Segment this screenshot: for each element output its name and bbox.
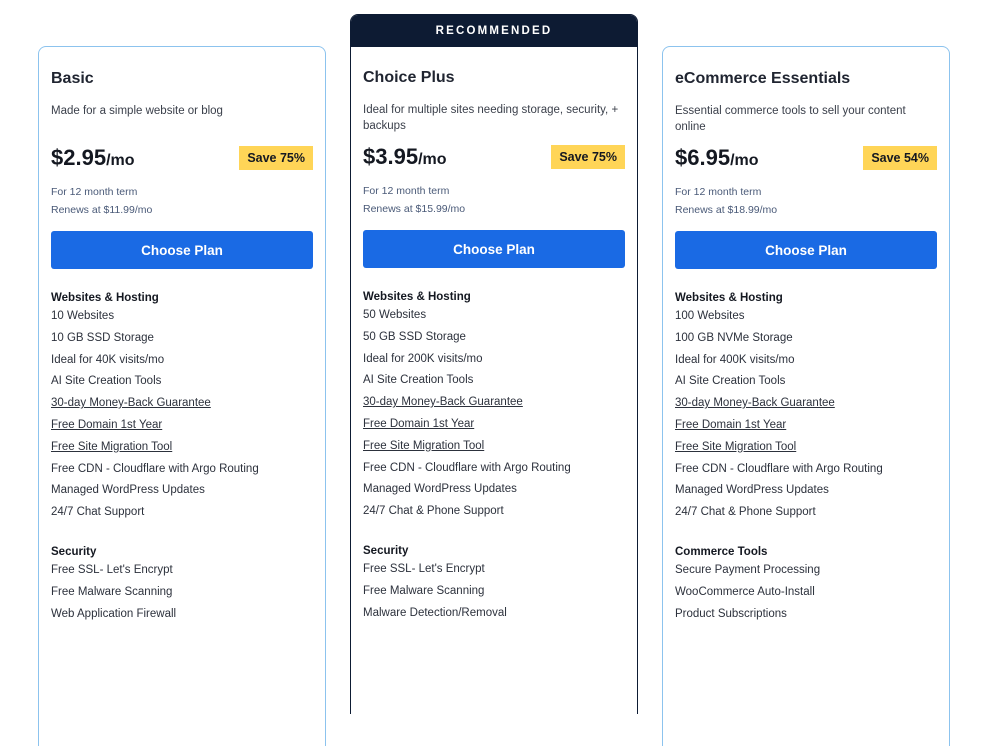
plan-price: $6.95/mo	[675, 145, 759, 171]
section-title-websites-hosting: Websites & Hosting	[363, 291, 471, 303]
feature-link-migration[interactable]: Free Site Migration Tool	[363, 436, 625, 458]
feature-item: Free SSL- Let's Encrypt	[363, 562, 485, 575]
feature-item: 24/7 Chat & Phone Support	[363, 505, 504, 518]
feature-item: 100 GB NVMe Storage	[675, 331, 793, 344]
feature-link-money-back[interactable]: 30-day Money-Back Guarantee	[51, 393, 313, 415]
save-badge: Save 75%	[551, 145, 625, 169]
choose-plan-button[interactable]: Choose Plan	[675, 231, 937, 269]
save-badge: Save 75%	[239, 146, 313, 170]
feature-link-money-back[interactable]: 30-day Money-Back Guarantee	[363, 392, 625, 414]
feature-link-migration[interactable]: Free Site Migration Tool	[51, 437, 313, 459]
plan-description: Ideal for multiple sites needing storage…	[363, 104, 619, 132]
price-row: $6.95/mo Save 54%	[675, 141, 937, 175]
price-row: $2.95/mo Save 75%	[51, 141, 313, 175]
feature-list: 100 Websites 100 GB NVMe Storage Ideal f…	[675, 306, 937, 524]
plan-price: $3.95/mo	[363, 144, 447, 170]
feature-item: WooCommerce Auto-Install	[675, 585, 815, 598]
term-length: For 12 month term	[675, 186, 762, 198]
recommended-banner: RECOMMENDED	[351, 15, 637, 47]
feature-item: Ideal for 40K visits/mo	[51, 353, 165, 366]
feature-item: 50 GB SSD Storage	[363, 330, 466, 343]
feature-list: Free SSL- Let's Encrypt Free Malware Sca…	[363, 559, 625, 624]
price-period: /mo	[106, 152, 135, 169]
feature-item: AI Site Creation Tools	[363, 374, 474, 387]
plan-card-ecommerce-essentials: eCommerce Essentials Essential commerce …	[662, 46, 950, 746]
feature-item: Secure Payment Processing	[675, 563, 821, 576]
plan-description: Made for a simple website or blog	[51, 105, 223, 117]
plan-card-choice-plus: RECOMMENDED Choice Plus Ideal for multip…	[350, 14, 638, 714]
feature-item: Ideal for 400K visits/mo	[675, 353, 795, 366]
feature-item: 10 GB SSD Storage	[51, 331, 154, 344]
price-row: $3.95/mo Save 75%	[363, 140, 625, 174]
renewal-price: Renews at $18.99/mo	[675, 204, 778, 216]
plan-card-basic: Basic Made for a simple website or blog …	[38, 46, 326, 746]
feature-item: 24/7 Chat & Phone Support	[675, 506, 816, 519]
choose-plan-button[interactable]: Choose Plan	[363, 230, 625, 268]
section-title-security: Security	[51, 545, 97, 558]
term-info: For 12 month term Renews at $18.99/mo	[675, 183, 937, 219]
price-period: /mo	[418, 151, 447, 168]
term-info: For 12 month term Renews at $15.99/mo	[363, 182, 625, 218]
feature-item: Web Application Firewall	[51, 607, 177, 620]
feature-list: Secure Payment Processing WooCommerce Au…	[675, 560, 937, 625]
term-length: For 12 month term	[363, 185, 450, 197]
save-badge: Save 54%	[863, 146, 937, 170]
price-period: /mo	[730, 152, 759, 169]
plan-name: Basic	[51, 70, 94, 87]
feature-item: AI Site Creation Tools	[51, 375, 162, 388]
price-amount: $2.95	[51, 145, 107, 170]
feature-item: Free CDN - Cloudflare with Argo Routing	[675, 462, 883, 475]
feature-item: Free Malware Scanning	[51, 585, 173, 598]
feature-link-free-domain[interactable]: Free Domain 1st Year	[675, 415, 937, 437]
feature-list: 10 Websites 10 GB SSD Storage Ideal for …	[51, 306, 313, 524]
plan-name: eCommerce Essentials	[675, 70, 851, 87]
feature-item: 50 Websites	[363, 309, 427, 321]
price-amount: $3.95	[363, 144, 419, 169]
feature-link-free-domain[interactable]: Free Domain 1st Year	[51, 415, 313, 437]
section-title-websites-hosting: Websites & Hosting	[51, 292, 159, 304]
feature-item: 100 Websites	[675, 310, 745, 322]
choose-plan-button[interactable]: Choose Plan	[51, 231, 313, 269]
plan-description: Essential commerce tools to sell your co…	[675, 105, 906, 133]
feature-item: Product Subscriptions	[675, 607, 787, 620]
section-title-security: Security	[363, 544, 409, 557]
feature-item: Managed WordPress Updates	[51, 484, 205, 497]
feature-item: AI Site Creation Tools	[675, 375, 786, 388]
feature-item: Malware Detection/Removal	[363, 606, 507, 619]
feature-link-migration[interactable]: Free Site Migration Tool	[675, 437, 937, 459]
term-info: For 12 month term Renews at $11.99/mo	[51, 183, 313, 219]
feature-item: Free Malware Scanning	[363, 584, 485, 597]
feature-item: Free CDN - Cloudflare with Argo Routing	[51, 462, 259, 475]
term-length: For 12 month term	[51, 186, 138, 198]
feature-link-money-back[interactable]: 30-day Money-Back Guarantee	[675, 393, 937, 415]
feature-item: Managed WordPress Updates	[675, 484, 829, 497]
feature-item: Free CDN - Cloudflare with Argo Routing	[363, 461, 571, 474]
feature-item: Managed WordPress Updates	[363, 483, 517, 496]
section-title-websites-hosting: Websites & Hosting	[675, 292, 783, 304]
feature-item: 24/7 Chat Support	[51, 506, 145, 519]
plan-name: Choice Plus	[363, 69, 455, 86]
feature-list: Free SSL- Let's Encrypt Free Malware Sca…	[51, 560, 313, 625]
plan-price: $2.95/mo	[51, 145, 135, 171]
feature-item: Ideal for 200K visits/mo	[363, 352, 483, 365]
renewal-price: Renews at $15.99/mo	[363, 203, 466, 215]
feature-item: 10 Websites	[51, 310, 115, 322]
feature-link-free-domain[interactable]: Free Domain 1st Year	[363, 414, 625, 436]
price-amount: $6.95	[675, 145, 731, 170]
renewal-price: Renews at $11.99/mo	[51, 204, 153, 216]
feature-item: Free SSL- Let's Encrypt	[51, 563, 173, 576]
section-title-commerce-tools: Commerce Tools	[675, 545, 768, 558]
feature-list: 50 Websites 50 GB SSD Storage Ideal for …	[363, 305, 625, 523]
